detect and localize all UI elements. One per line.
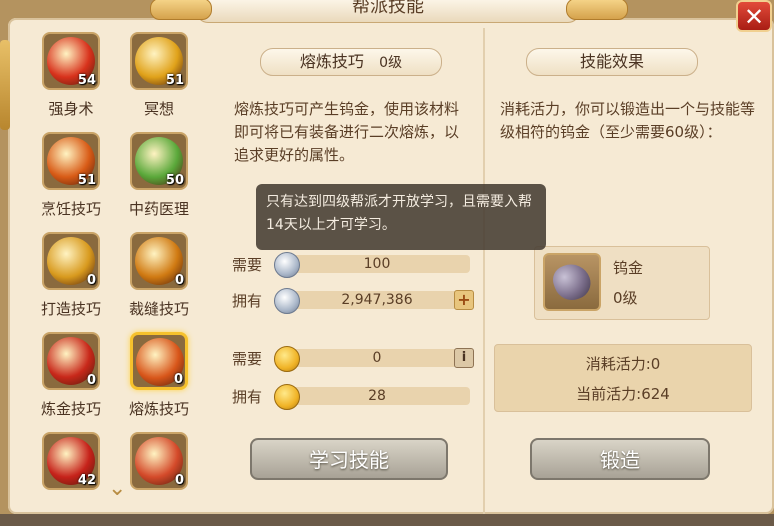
skill-name-label: 强身术 xyxy=(48,100,94,118)
skill-slot[interactable]: 54 强身术 xyxy=(30,28,112,126)
skill-icon-frame: 51 xyxy=(42,132,100,190)
vitality-current: 当前活力:624 xyxy=(576,385,670,403)
skill-level-badge: 0 xyxy=(86,273,96,288)
forge-button[interactable]: 锻造 xyxy=(530,438,710,480)
own-silver-value: 2,947,386 xyxy=(341,292,413,308)
skill-level: 0级 xyxy=(379,55,403,71)
skill-level-badge: 42 xyxy=(77,473,96,488)
window-title: 帮派技能 xyxy=(352,0,424,17)
requirement-tooltip: 只有达到四级帮派才开放学习，且需要入帮14天以上才可学习。 xyxy=(256,184,546,250)
skill-effect-panel: 技能效果 消耗活力，你可以锻造出一个与技能等级相符的钨金（至少需要60级）： 钨… xyxy=(486,28,770,514)
silver-coin-icon xyxy=(274,252,300,278)
skill-name-label: 裁缝技巧 xyxy=(128,300,189,318)
skill-name-label: 打造技巧 xyxy=(40,300,101,318)
tungsten-icon xyxy=(543,253,601,311)
skill-detail-panel: 熔炼技巧 0级 熔炼技巧可产生钨金，使用该材料即可将已有装备进行二次熔炼，以追求… xyxy=(232,28,482,514)
skill-name-tag: 熔炼技巧 0级 xyxy=(260,48,442,76)
require-label: 需要 xyxy=(232,256,263,274)
skill-name-label: 炼金技巧 xyxy=(40,400,101,418)
skill-icon-frame: 0 xyxy=(130,332,188,390)
add-silver-button[interactable]: + xyxy=(454,290,474,310)
skill-icon-frame: 51 xyxy=(130,32,188,90)
skill-slot[interactable]: 0 xyxy=(118,428,200,526)
tassel-ornament xyxy=(0,40,10,130)
skill-name-label: 中药医理 xyxy=(128,200,189,218)
require-silver-value: 100 xyxy=(363,256,391,272)
vitality-cost: 消耗活力:0 xyxy=(585,355,661,373)
own-gold-row: 拥有 28 xyxy=(232,384,472,410)
skill-slot[interactable]: 0 裁缝技巧 xyxy=(118,228,200,326)
title-swirl-right xyxy=(566,0,628,20)
skill-icon-frame: 0 xyxy=(42,332,100,390)
skill-level-badge: 51 xyxy=(77,173,96,188)
title-swirl-left xyxy=(150,0,212,20)
skill-level-badge: 54 xyxy=(77,73,96,88)
skill-icon-frame: 0 xyxy=(130,232,188,290)
item-name: 钨金 xyxy=(613,259,644,277)
skill-level-badge: 0 xyxy=(86,373,96,388)
skill-level-badge: 0 xyxy=(174,273,184,288)
require-gold-row: 需要 0 i xyxy=(232,346,474,372)
skill-level-badge: 51 xyxy=(165,73,184,88)
require-gold-value: 0 xyxy=(372,350,382,366)
skill-icon-frame: 0 xyxy=(130,432,188,490)
require-label: 需要 xyxy=(232,350,263,368)
contribution-coin-icon xyxy=(274,384,300,410)
skill-effect-description: 消耗活力，你可以锻造出一个与技能等级相符的钨金（至少需要60级）： xyxy=(500,100,756,141)
skill-slot[interactable]: 51 烹饪技巧 xyxy=(30,128,112,226)
skill-slot[interactable]: 42 xyxy=(30,428,112,526)
skill-slot[interactable]: 0 炼金技巧 xyxy=(30,328,112,426)
skill-slot[interactable]: 0 熔炼技巧 xyxy=(118,328,200,426)
window-title-plaque: 帮派技能 xyxy=(196,0,580,23)
scroll-down-chevron-icon[interactable]: ⌄ xyxy=(108,476,126,501)
vitality-box: 消耗活力:0 当前活力:624 xyxy=(494,344,752,412)
silver-coin-icon xyxy=(274,288,300,314)
skill-level-badge: 50 xyxy=(165,173,184,188)
skill-name-label: 冥想 xyxy=(143,100,174,118)
skill-level-badge: 0 xyxy=(174,473,184,488)
tungsten-stone-icon xyxy=(548,258,596,306)
skill-slot[interactable]: 0 打造技巧 xyxy=(30,228,112,326)
own-label: 拥有 xyxy=(232,292,263,310)
skill-list[interactable]: 54 强身术 51 冥想 51 烹饪技巧 50 中药医理 0 打造技巧 0 裁缝技巧 0 炼金技巧 0 熔炼技… xyxy=(30,28,216,514)
require-silver-row: 需要 100 xyxy=(232,252,472,278)
skill-level-badge: 0 xyxy=(173,372,183,387)
own-label: 拥有 xyxy=(232,388,263,406)
item-level: 0级 xyxy=(613,289,638,307)
skill-name-label: 烹饪技巧 xyxy=(40,200,101,218)
skill-icon-frame: 50 xyxy=(130,132,188,190)
learn-skill-button[interactable]: 学习技能 xyxy=(250,438,448,480)
skill-icon-frame: 42 xyxy=(42,432,100,490)
own-gold-value: 28 xyxy=(368,388,386,404)
own-silver-row: 拥有 2,947,386 + xyxy=(232,288,474,314)
skill-icon-frame: 0 xyxy=(42,232,100,290)
skill-slot[interactable]: 51 冥想 xyxy=(118,28,200,126)
contribution-coin-icon xyxy=(274,346,300,372)
skill-description: 熔炼技巧可产生钨金，使用该材料即可将已有装备进行二次熔炼，以追求更好的属性。 xyxy=(234,100,460,164)
skill-effect-tag: 技能效果 xyxy=(526,48,698,76)
forge-result-item[interactable]: 钨金 0级 xyxy=(534,246,710,320)
skill-name-label: 熔炼技巧 xyxy=(128,400,189,418)
skill-name: 熔炼技巧 xyxy=(299,52,364,71)
info-button[interactable]: i xyxy=(454,348,474,368)
skill-slot[interactable]: 50 中药医理 xyxy=(118,128,200,226)
skill-icon-frame: 54 xyxy=(42,32,100,90)
panel-divider xyxy=(483,28,485,514)
